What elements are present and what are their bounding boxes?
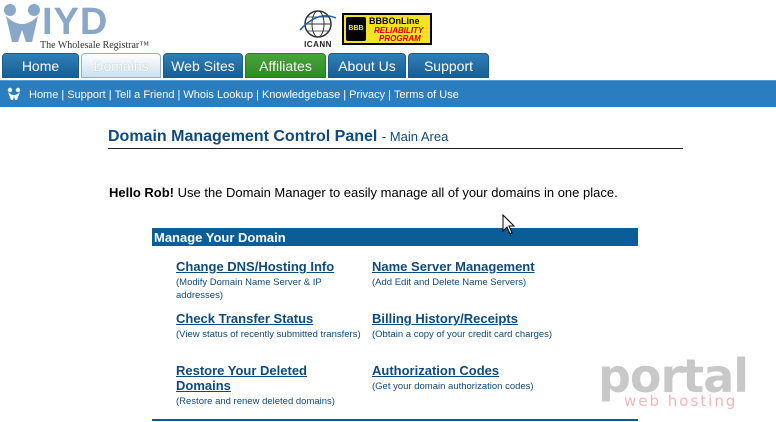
nav-separator: | <box>256 89 259 101</box>
item-description: (Get your domain authorization codes) <box>372 381 534 392</box>
nav-link-tell-a-friend[interactable]: Tell a Friend <box>115 89 175 101</box>
tab-home[interactable]: Home <box>2 53 79 78</box>
item-description: (Add Edit and Delete Name Servers) <box>372 277 527 288</box>
nav-separator: | <box>61 89 65 101</box>
nav-separator: | <box>108 89 112 101</box>
restore-deleted-domains-link[interactable]: Restore Your Deleted Domains <box>176 363 356 393</box>
authorization-codes-link[interactable]: Authorization Codes <box>372 363 602 378</box>
greeting-text: Use the Domain Manager to easily manage … <box>174 185 618 200</box>
site-header: IYD The Wholesale Registrar™ ICANN BBB B… <box>0 0 776 52</box>
greeting: Hello Rob! Use the Domain Manager to eas… <box>109 185 618 200</box>
nav-separator: | <box>177 89 181 101</box>
bbb-title: BBBOnLine <box>369 16 420 26</box>
nav-link-support[interactable]: Support <box>67 89 106 101</box>
nav-separator: | <box>388 89 392 101</box>
bbb-line-3: PROGRAM <box>379 34 421 43</box>
page-title-main: Domain Management Control Panel <box>108 128 378 145</box>
icann-badge[interactable]: ICANN <box>296 8 340 52</box>
portal-watermark: portal web hosting <box>598 352 749 412</box>
logo-figure-icon <box>4 4 40 42</box>
secondary-nav: Home | Support | Tell a Friend | Whois Lookup |… <box>0 80 776 107</box>
nav-link-knowledgebase[interactable]: Knowledgebase <box>262 89 340 101</box>
nav-separator: | <box>343 89 347 101</box>
item-description: (Restore and renew deleted domains) <box>176 396 335 407</box>
bbb-online-badge[interactable]: BBB BBBOnLine RELIABILITY PROGRAM <box>342 13 432 45</box>
tab-support[interactable]: Support <box>408 53 489 78</box>
logo-text: IYD <box>42 1 109 43</box>
nav-link-privacy[interactable]: Privacy <box>349 89 385 101</box>
check-transfer-status-link[interactable]: Check Transfer Status <box>176 311 366 326</box>
billing-history-link[interactable]: Billing History/Receipts <box>372 311 602 326</box>
item-description: (Obtain a copy of your credit card charg… <box>372 329 553 340</box>
nav-link-whois-lookup[interactable]: Whois Lookup <box>183 89 253 101</box>
nav-link-home[interactable]: Home <box>29 89 58 101</box>
main-tabs: Home Domains Web Sites Affiliates About … <box>0 53 776 78</box>
logo-tagline: The Wholesale Registrar™ <box>40 40 150 51</box>
page-title: Domain Management Control Panel - Main A… <box>108 128 683 149</box>
nav-links: Home | Support | Tell a Friend | Whois Lookup |… <box>29 81 459 108</box>
list-item: Change DNS/Hosting Info (Modify Domain N… <box>176 259 366 302</box>
manage-domain-heading: Manage Your Domain <box>152 228 638 246</box>
list-item: Restore Your Deleted Domains (Restore an… <box>176 363 356 408</box>
iyd-logo[interactable]: IYD The Wholesale Registrar™ <box>2 2 162 52</box>
list-item: Authorization Codes (Get your domain aut… <box>372 363 602 393</box>
list-item: Check Transfer Status (View status of re… <box>176 311 366 341</box>
tab-affiliates[interactable]: Affiliates <box>245 53 326 78</box>
list-item: Name Server Management (Add Edit and Del… <box>372 259 602 289</box>
tab-domains[interactable]: Domains <box>81 53 161 78</box>
change-dns-link[interactable]: Change DNS/Hosting Info <box>176 259 366 274</box>
globe-icon <box>299 10 337 38</box>
icann-label: ICANN <box>304 40 332 49</box>
page-title-sub: - Main Area <box>381 129 449 144</box>
item-description: (View status of recently submitted trans… <box>176 329 361 340</box>
name-server-management-link[interactable]: Name Server Management <box>372 259 602 274</box>
logo-mini-icon <box>7 87 21 100</box>
mouse-pointer-icon <box>502 214 516 235</box>
bbb-seal-icon: BBB <box>346 17 366 41</box>
list-item: Billing History/Receipts (Obtain a copy … <box>372 311 602 341</box>
nav-link-terms-of-use[interactable]: Terms of Use <box>394 89 459 101</box>
tab-web-sites[interactable]: Web Sites <box>163 53 243 78</box>
watermark-sub: web hosting <box>624 392 738 410</box>
item-description: (Modify Domain Name Server & IP addresse… <box>176 277 322 301</box>
panel-divider <box>152 419 638 421</box>
greeting-name: Hello Rob! <box>109 185 174 200</box>
tab-about-us[interactable]: About Us <box>328 53 406 78</box>
